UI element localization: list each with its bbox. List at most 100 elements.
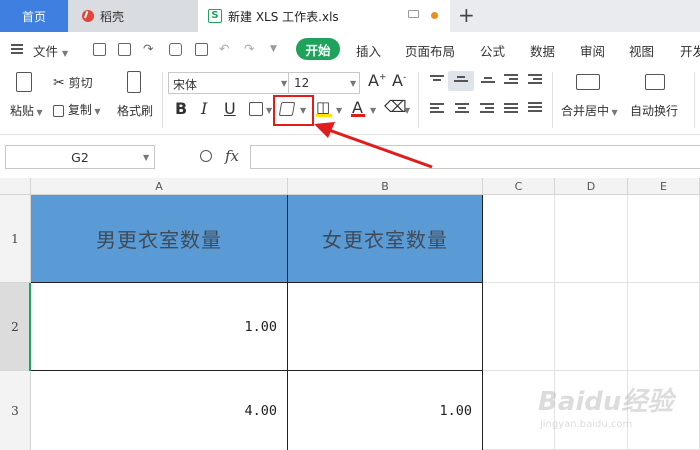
chevron-down-icon[interactable]: ▼ <box>336 106 342 115</box>
hamburger-icon[interactable] <box>11 44 23 54</box>
bold-button[interactable]: B <box>175 99 187 118</box>
cell-c1[interactable] <box>483 195 555 283</box>
tab-data[interactable]: 数据 <box>530 41 555 60</box>
align-center-icon[interactable] <box>455 103 469 115</box>
redo-icon[interactable]: ↷ <box>244 41 254 56</box>
watermark-url: jingyan.baidu.com <box>540 419 633 430</box>
row-header-2[interactable]: 2 <box>0 283 31 371</box>
cell-a2[interactable]: 1.00 <box>31 283 288 371</box>
cell-d1[interactable] <box>555 195 628 283</box>
save-icon[interactable] <box>118 43 131 56</box>
chevron-down-icon: ▼ <box>281 79 288 88</box>
menu-bar: 文件 ▼ ↷ ↶ ↷ ▼ 开始 插入 页面布局 公式 数据 审阅 视图 开发 <box>0 32 700 66</box>
align-top-icon[interactable] <box>430 75 444 87</box>
align-middle-button[interactable] <box>448 71 474 91</box>
increase-indent-icon[interactable] <box>528 74 542 86</box>
tab-home[interactable]: 首页 <box>0 0 68 32</box>
cell-a1[interactable]: 男更衣室数量 <box>31 195 288 283</box>
font-size-select[interactable]: 12 ▼ <box>288 72 360 94</box>
undo-icon[interactable]: ↶ <box>219 41 229 56</box>
tab-page-layout[interactable]: 页面布局 <box>405 41 455 60</box>
align-bottom-icon[interactable] <box>481 77 495 89</box>
formula-input[interactable] <box>250 145 700 169</box>
cell-b1[interactable]: 女更衣室数量 <box>288 195 483 283</box>
monitor-icon[interactable] <box>408 10 419 18</box>
watermark-logo: Baidu经验 <box>538 387 674 417</box>
chevron-down-icon: ▼ <box>62 49 69 58</box>
paste-label: 粘贴 <box>10 104 35 118</box>
cell-b2[interactable] <box>288 283 483 371</box>
cell-d2[interactable] <box>555 283 628 371</box>
cell-c2[interactable] <box>483 283 555 371</box>
italic-button[interactable]: I <box>201 99 207 118</box>
tab-formulas[interactable]: 公式 <box>480 41 505 60</box>
tab-daoke[interactable]: 稻壳 <box>68 0 198 32</box>
menu-file-label: 文件 <box>33 44 59 59</box>
tab-file-label: 新建 XLS 工作表.xls <box>228 9 339 24</box>
tab-developer[interactable]: 开发 <box>680 41 700 60</box>
align-left-icon[interactable] <box>430 103 444 115</box>
tab-view[interactable]: 视图 <box>629 41 654 60</box>
fx-icon[interactable]: fx <box>225 147 239 165</box>
underline-button[interactable]: U <box>224 99 236 118</box>
cut-button[interactable]: ✂ 剪切 <box>53 74 93 91</box>
chevron-down-icon[interactable]: ▼ <box>370 106 376 115</box>
row-header-3[interactable]: 3 <box>0 371 31 450</box>
column-header-b[interactable]: B <box>288 178 483 195</box>
new-doc-icon[interactable] <box>93 43 106 56</box>
export-icon[interactable]: ↷ <box>143 41 153 56</box>
ribbon-divider <box>694 72 695 128</box>
cut-label: 剪切 <box>68 76 93 90</box>
format-painter-button[interactable]: 格式刷 <box>117 102 153 119</box>
paste-button[interactable]: 粘贴 ▼ <box>10 102 43 119</box>
tab-review[interactable]: 审阅 <box>580 41 605 60</box>
chevron-down-icon[interactable]: ▼ <box>143 153 149 162</box>
print-preview-icon[interactable] <box>195 43 208 56</box>
font-color-swatch <box>351 114 365 117</box>
font-name-value: 宋体 <box>173 78 198 92</box>
column-header-a[interactable]: A <box>31 178 288 195</box>
more-chevron-icon[interactable]: ▼ <box>270 44 277 54</box>
select-all-corner[interactable] <box>0 178 31 195</box>
font-name-select[interactable]: 宋体 ▼ <box>168 72 290 94</box>
tab-daoke-label: 稻壳 <box>100 9 125 24</box>
column-header-e[interactable]: E <box>628 178 700 195</box>
borders-icon[interactable] <box>249 102 263 116</box>
chevron-down-icon: ▼ <box>609 108 618 117</box>
column-header-c[interactable]: C <box>483 178 555 195</box>
wrap-text-icon[interactable] <box>645 74 665 90</box>
merge-center-button[interactable]: 合并居中 ▼ <box>561 102 618 119</box>
menu-file[interactable]: 文件 ▼ <box>33 41 68 60</box>
row-header-1[interactable]: 1 <box>0 195 31 283</box>
shrink-font-button[interactable]: A- <box>392 71 406 90</box>
paste-icon[interactable] <box>16 72 32 92</box>
print-icon[interactable] <box>169 43 182 56</box>
daoke-icon <box>82 10 94 22</box>
justify-icon[interactable] <box>504 103 518 115</box>
merge-center-icon[interactable] <box>576 74 600 90</box>
cell-b3[interactable]: 1.00 <box>288 371 483 450</box>
align-right-icon[interactable] <box>480 103 494 115</box>
cell-e2[interactable] <box>628 283 700 371</box>
zoom-icon[interactable] <box>200 150 212 162</box>
tab-bar: 首页 稻壳 S 新建 XLS 工作表.xls + <box>0 0 700 32</box>
decrease-indent-icon[interactable] <box>504 74 518 86</box>
copy-button[interactable]: 复制 ▼ <box>53 101 101 118</box>
baidu-watermark: Baidu经验 jingyan.baidu.com <box>530 373 695 443</box>
grow-font-button[interactable]: A+ <box>368 71 387 90</box>
cell-a3[interactable]: 4.00 <box>31 371 288 450</box>
new-tab-button[interactable]: + <box>458 3 475 27</box>
distributed-align-icon[interactable] <box>528 102 542 114</box>
chevron-down-icon[interactable]: ▼ <box>266 106 272 115</box>
cell-e1[interactable] <box>628 195 700 283</box>
tab-insert[interactable]: 插入 <box>356 41 381 60</box>
align-middle-icon <box>454 76 468 88</box>
scissors-icon: ✂ <box>53 75 65 91</box>
wrap-text-button[interactable]: 自动换行 <box>630 102 678 119</box>
formula-bar: G2 ▼ fx <box>0 134 700 178</box>
format-painter-icon[interactable] <box>127 71 141 93</box>
name-box[interactable]: G2 <box>5 145 155 169</box>
chevron-down-icon[interactable]: ▼ <box>404 106 410 115</box>
tab-start[interactable]: 开始 <box>296 38 340 60</box>
column-header-d[interactable]: D <box>555 178 628 195</box>
